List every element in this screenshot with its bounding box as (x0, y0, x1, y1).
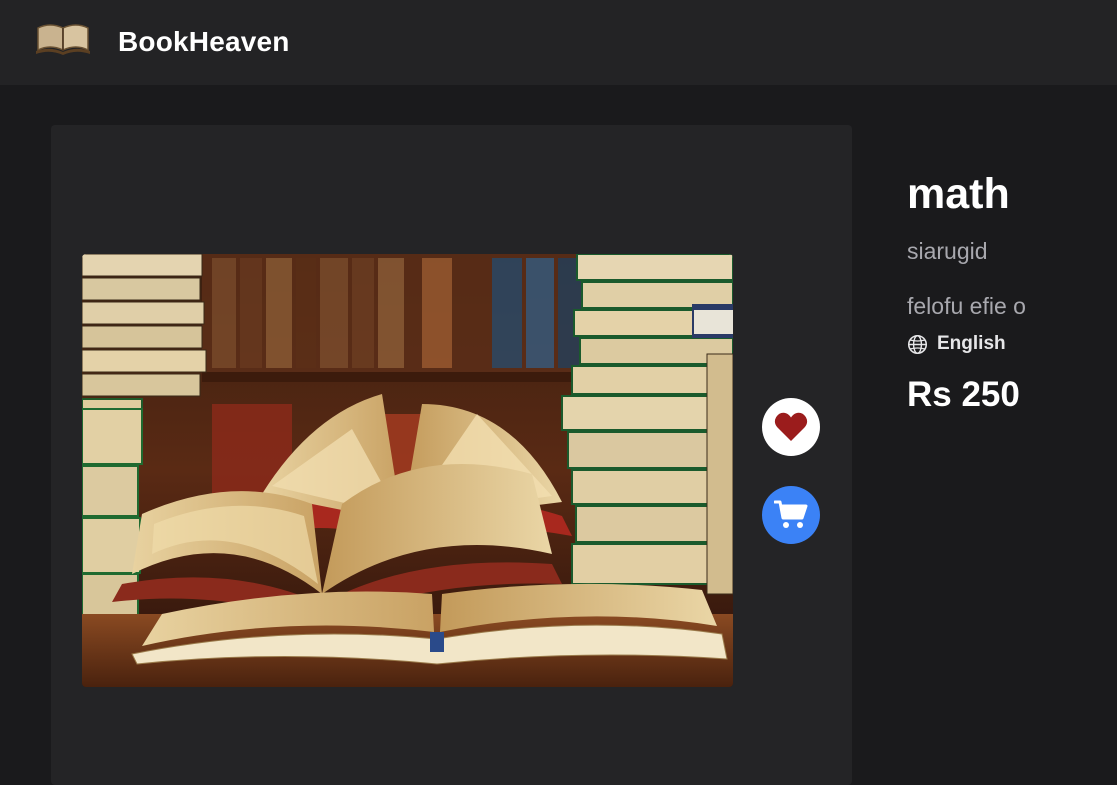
book-author: siarugid (907, 238, 988, 264)
book-image-card (51, 125, 852, 785)
brand-name[interactable]: BookHeaven (118, 26, 290, 58)
book-language: English (907, 333, 1107, 355)
navbar: BookHeaven (0, 0, 1117, 85)
language-label: English (937, 333, 1006, 354)
cart-icon (774, 500, 808, 528)
add-to-cart-button[interactable] (762, 486, 820, 544)
favourite-button[interactable] (762, 398, 820, 456)
heart-icon (774, 412, 808, 441)
book-cover-image (82, 254, 733, 687)
globe-icon (907, 334, 928, 354)
book-price: Rs 250 (907, 375, 1020, 414)
book-details: math siarugid felofu efie o English Rs 2… (907, 168, 1107, 415)
book-title: math (907, 170, 1010, 218)
book-publisher: felofu efie o (907, 293, 1026, 319)
open-book-icon[interactable] (34, 18, 92, 56)
